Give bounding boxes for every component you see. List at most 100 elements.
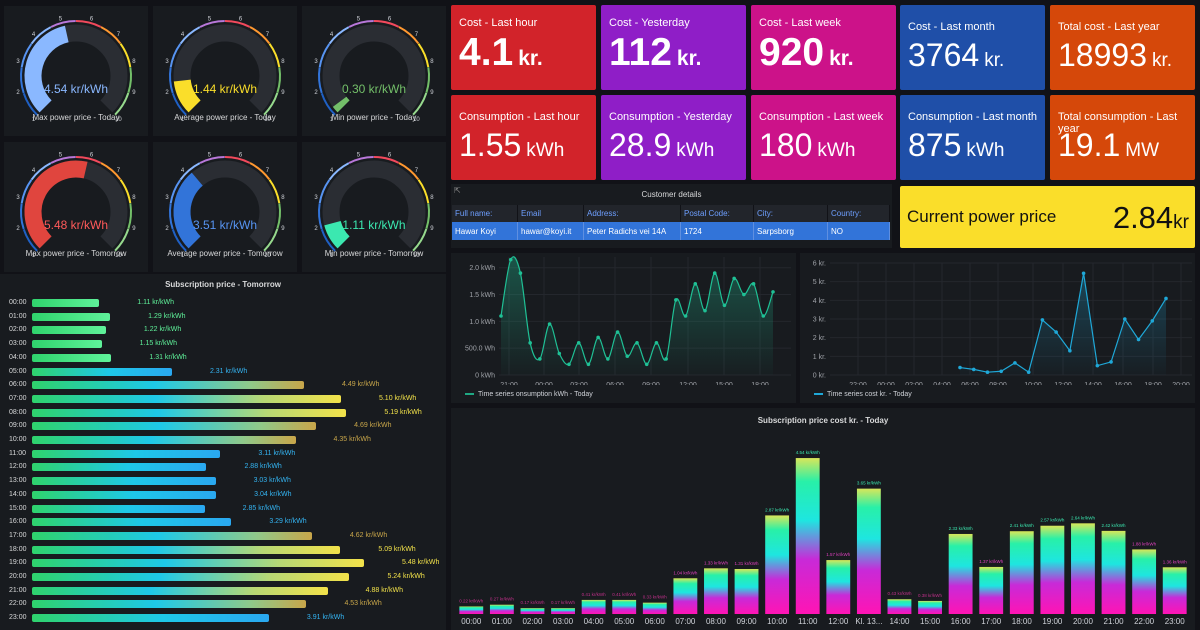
bar[interactable]	[979, 566, 1004, 614]
data-point[interactable]	[1109, 360, 1113, 364]
bar[interactable]	[1162, 567, 1187, 614]
column-header[interactable]: Country:	[827, 205, 890, 222]
data-point[interactable]	[674, 298, 678, 302]
data-point[interactable]	[606, 357, 610, 361]
column-header[interactable]: City:	[753, 205, 828, 222]
bar[interactable]	[551, 608, 575, 614]
data-point[interactable]	[499, 314, 503, 318]
bar-value-label: 2.57 kr/kWh	[1040, 518, 1065, 523]
bar[interactable]	[918, 600, 942, 614]
bar[interactable]	[520, 608, 545, 614]
data-point[interactable]	[958, 365, 962, 370]
bar-value-label: 1.88 kr/kWh	[1132, 541, 1157, 546]
data-point[interactable]	[751, 282, 756, 286]
bar[interactable]	[581, 599, 606, 614]
data-point[interactable]	[518, 271, 523, 275]
data-point[interactable]	[999, 369, 1003, 374]
bar[interactable]	[856, 488, 881, 614]
consumption-timeseries-chart[interactable]: 0 kWh 500.0 Wh 1.0 kWh 1.5 kWh 2.0 kWh 21:00 0…	[451, 253, 796, 385]
bar[interactable]	[642, 602, 667, 614]
bar[interactable]	[673, 578, 698, 614]
bar	[32, 614, 269, 623]
data-point[interactable]	[742, 292, 746, 297]
bar[interactable]	[887, 599, 912, 614]
bar[interactable]	[1101, 530, 1126, 614]
consumption-legend[interactable]: Time series onsumption kWh - Today	[465, 391, 593, 398]
data-point[interactable]	[508, 257, 513, 262]
subscription-cost-chart[interactable]: 0.22 kr/kWh 00:00 0.27 kr/kWh 01:00 0.17 kr/…	[451, 408, 1195, 630]
data-point[interactable]	[761, 314, 766, 318]
bar[interactable]	[1132, 549, 1157, 614]
data-point[interactable]	[654, 341, 659, 345]
data-point[interactable]	[586, 362, 591, 367]
column-header[interactable]: Address:	[583, 205, 681, 222]
data-point[interactable]	[635, 341, 639, 345]
bar[interactable]	[734, 569, 759, 614]
data-point[interactable]	[732, 276, 736, 281]
data-point[interactable]	[1054, 330, 1058, 334]
data-point[interactable]	[703, 308, 707, 313]
data-point[interactable]	[683, 314, 688, 318]
cost-timeseries-chart[interactable]: 0 kr. 1 kr. 2 kr. 3 kr. 4 kr. 5 kr. 6 kr. 22:00…	[800, 253, 1195, 385]
data-point[interactable]	[1081, 271, 1086, 276]
table-row[interactable]: Hawar Koyi hawar@koyi.it Peter Radichs v…	[452, 222, 890, 240]
stat-number: 4.1	[459, 31, 514, 74]
data-point[interactable]	[1123, 317, 1127, 321]
bar	[32, 504, 205, 513]
data-point[interactable]	[1068, 348, 1072, 353]
x-tick-label: 03:00	[553, 617, 574, 626]
data-point[interactable]	[1040, 318, 1045, 322]
bar[interactable]	[489, 604, 514, 614]
data-point[interactable]	[1026, 370, 1031, 374]
bar[interactable]	[948, 533, 973, 614]
data-point[interactable]	[557, 351, 562, 356]
data-point[interactable]	[1136, 337, 1141, 342]
data-point[interactable]	[528, 341, 532, 345]
data-point[interactable]	[1013, 361, 1017, 365]
data-point[interactable]	[1095, 363, 1100, 368]
data-point[interactable]	[644, 362, 649, 367]
data-point[interactable]	[971, 367, 976, 372]
data-point[interactable]	[985, 370, 990, 374]
table-cell: 1724	[680, 222, 754, 240]
data-point[interactable]	[596, 335, 600, 340]
data-point[interactable]	[693, 282, 698, 286]
bar-value-label: 0.17 kr/kWh	[551, 600, 576, 605]
cost-legend[interactable]: Time series cost kr. - Today	[814, 391, 912, 398]
data-point[interactable]	[1164, 296, 1168, 301]
stat-value: 4.1 kr.	[459, 31, 543, 75]
column-header[interactable]: Full name:	[452, 205, 518, 222]
data-point[interactable]	[567, 362, 571, 367]
data-point[interactable]	[664, 357, 668, 361]
bar-value: 1.31 kr/kWh	[149, 353, 187, 361]
gauge-scale-label: 8	[281, 195, 285, 201]
gauge-title: Max power price - Today	[32, 113, 120, 122]
column-header[interactable]: Postal Code:	[680, 205, 754, 222]
data-point[interactable]	[538, 357, 542, 361]
gauge-panel: 1 2 3 4 5 6 7 8 9 10 1.11 kr/kWh Min power price - …	[302, 142, 446, 272]
bar[interactable]	[795, 458, 820, 614]
bar-value-label: 3.65 kr/kWh	[857, 481, 882, 486]
bar-value: 2.88 kr/kWh	[244, 463, 282, 471]
data-point[interactable]	[1150, 319, 1155, 323]
data-point[interactable]	[771, 290, 775, 294]
data-point[interactable]	[576, 341, 581, 345]
list-item: 19:00 5.48 kr/kWh	[0, 557, 440, 569]
data-point[interactable]	[625, 354, 630, 359]
gauge-scale-label: 5	[59, 153, 63, 159]
bar	[32, 326, 106, 335]
data-point[interactable]	[615, 330, 620, 334]
stat-panel: Consumption - Last hour 1.55 kWh	[451, 95, 596, 180]
bar[interactable]	[826, 560, 851, 614]
data-point[interactable]	[712, 271, 717, 275]
data-point[interactable]	[547, 322, 552, 326]
data-point[interactable]	[722, 303, 727, 308]
bar[interactable]	[1071, 523, 1095, 614]
bar[interactable]	[459, 606, 484, 614]
bar[interactable]	[765, 515, 790, 614]
bar[interactable]	[1009, 531, 1034, 614]
bar[interactable]	[1040, 525, 1065, 614]
bar[interactable]	[612, 599, 637, 614]
bar[interactable]	[704, 568, 728, 614]
column-header[interactable]: Email	[517, 205, 584, 222]
